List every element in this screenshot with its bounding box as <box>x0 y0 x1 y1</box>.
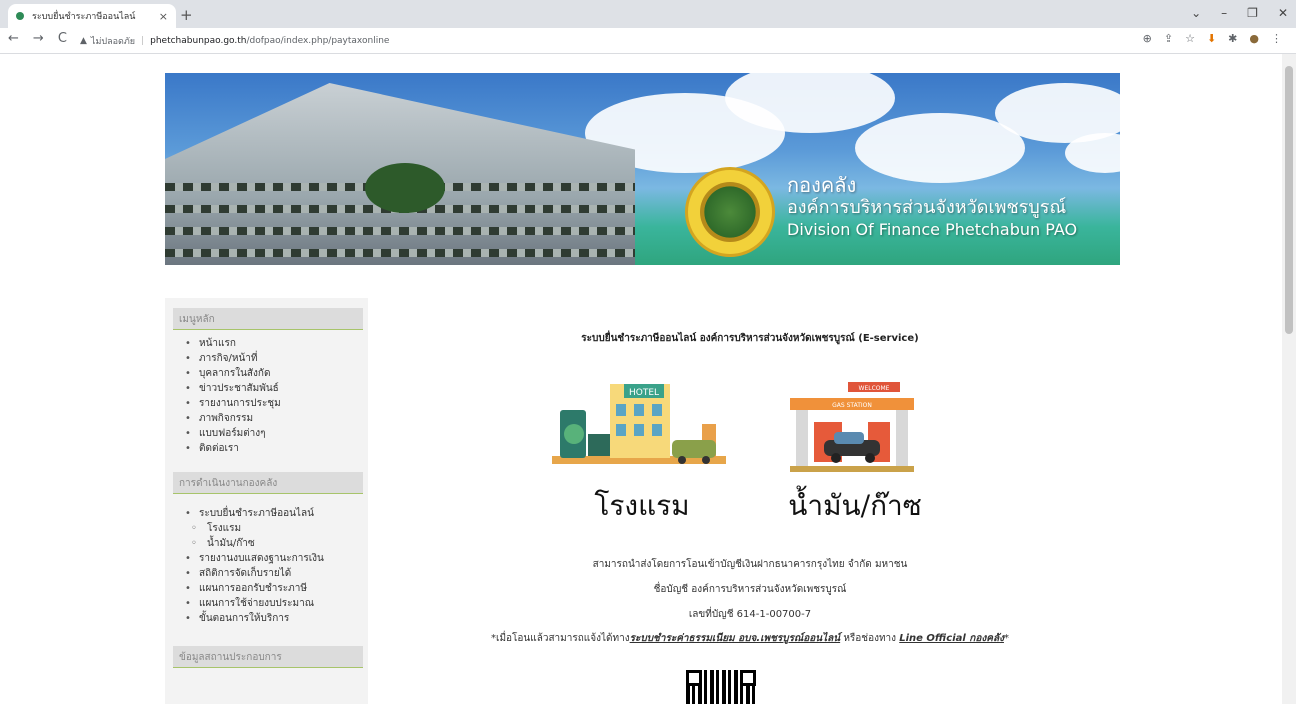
banner-title-th: กองคลัง <box>787 173 857 197</box>
extensions-icon[interactable]: ✱ <box>1228 32 1237 45</box>
ops-menu-heading: การดำเนินงานกองคลัง <box>173 472 363 494</box>
gas-station-icon: WELCOME GAS STATION <box>790 382 914 472</box>
hotel-sign-text: HOTEL <box>629 388 659 398</box>
window-controls: ⌄ – ❐ ✕ <box>1191 6 1288 20</box>
qr-code <box>686 670 756 704</box>
main-content: ระบบยื่นชำระภาษีออนไลน์ องค์การบริหารส่ว… <box>380 298 1120 704</box>
ops-menu-list: ระบบยื่นชำระภาษีออนไลน์ โรงแรม น้ำมัน/ก๊… <box>165 506 368 626</box>
security-label[interactable]: ไม่ปลอดภัย <box>91 34 135 48</box>
toolbar-icons: ⊕ ⇪ ☆ ⬇ ✱ ● ⋮ <box>1143 32 1282 45</box>
menu-item[interactable]: บุคลากรในสังกัด <box>185 366 368 381</box>
gas-label[interactable]: น้ำมัน/ก๊าซ <box>780 484 930 528</box>
back-button[interactable]: ← <box>8 31 19 46</box>
hotel-link[interactable]: HOTEL <box>552 384 726 474</box>
ops-submenu-item[interactable]: น้ำมัน/ก๊าซ <box>185 536 368 551</box>
url-field[interactable]: ▲ ไม่ปลอดภัย | phetchabunpao.go.th /dofp… <box>80 31 1120 51</box>
hotel-label[interactable]: โรงแรม <box>592 484 692 528</box>
browser-tab-bar: ระบบยื่นชำระภาษีออนไลน์ × + ⌄ – ❐ ✕ <box>0 0 1296 28</box>
browser-tab[interactable]: ระบบยื่นชำระภาษีออนไลน์ × <box>8 4 176 28</box>
ops-menu-item[interactable]: แผนการออกรับชำระภาษี <box>185 581 368 596</box>
header-banner: กองคลัง องค์การบริหารส่วนจังหวัดเพชรบูรณ… <box>165 73 1120 265</box>
tab-title: ระบบยื่นชำระภาษีออนไลน์ <box>32 12 136 22</box>
zoom-icon[interactable]: ⊕ <box>1143 32 1152 45</box>
scrollbar-thumb[interactable] <box>1285 66 1293 334</box>
new-tab-button[interactable]: + <box>180 6 193 24</box>
sidebar: เมนูหลัก หน้าแรก ภารกิจ/หน้าที่ บุคลากรใ… <box>165 298 368 704</box>
ops-menu-item[interactable]: ขั้นตอนการให้บริการ <box>185 611 368 626</box>
note-suffix: * <box>1003 633 1009 644</box>
profile-avatar-icon[interactable]: ● <box>1249 32 1259 45</box>
menu-item[interactable]: ภาพกิจกรรม <box>185 411 368 426</box>
note-mid: หรือช่องทาง <box>840 633 900 644</box>
nav-buttons: ← → C <box>8 31 67 46</box>
menu-kebab-icon[interactable]: ⋮ <box>1271 32 1282 45</box>
maximize-button[interactable]: ❐ <box>1247 6 1258 20</box>
business-info-heading: ข้อมูลสถานประกอบการ <box>173 646 363 668</box>
tab-close-icon[interactable]: × <box>159 10 168 23</box>
address-bar: ← → C ▲ ไม่ปลอดภัย | phetchabunpao.go.th… <box>0 28 1296 54</box>
ops-submenu-item[interactable]: โรงแรม <box>185 521 368 536</box>
gas-welcome-sign: WELCOME <box>859 385 890 392</box>
menu-item[interactable]: รายงานการประชุม <box>185 396 368 411</box>
forward-button[interactable]: → <box>33 31 44 46</box>
menu-item[interactable]: ข่าวประชาสัมพันธ์ <box>185 381 368 396</box>
ops-menu-item[interactable]: แผนการใช้จ่ายงบประมาณ <box>185 596 368 611</box>
page-scrollbar[interactable] <box>1282 54 1296 704</box>
note-prefix: *เมื่อโอนแล้วสามารถแจ้งได้ทาง <box>491 633 630 644</box>
ops-menu-item[interactable]: รายงานงบแสดงฐานะการเงิน <box>185 551 368 566</box>
main-menu-list: หน้าแรก ภารกิจ/หน้าที่ บุคลากรในสังกัด ข… <box>165 336 368 456</box>
ops-menu-item[interactable]: สถิติการจัดเก็บรายได้ <box>185 566 368 581</box>
favicon-icon <box>16 12 24 20</box>
url-host: phetchabunpao.go.th <box>150 36 247 46</box>
bookmark-star-icon[interactable]: ☆ <box>1185 32 1195 45</box>
close-window-button[interactable]: ✕ <box>1278 6 1288 20</box>
gas-station-sign: GAS STATION <box>832 402 872 409</box>
minimize-button[interactable]: – <box>1221 6 1227 20</box>
download-icon[interactable]: ⬇ <box>1207 32 1216 45</box>
url-path: /dofpao/index.php/paytaxonline <box>246 36 390 46</box>
palm-tree-shape <box>365 163 445 213</box>
menu-item[interactable]: ภารกิจ/หน้าที่ <box>185 351 368 366</box>
menu-item[interactable]: ติดต่อเรา <box>185 441 368 456</box>
page-title: ระบบยื่นชำระภาษีออนไลน์ องค์การบริหารส่ว… <box>581 333 919 344</box>
organization-seal-logo <box>685 167 775 257</box>
account-number-line: เลขที่บัญชี 614-1-00700-7 <box>688 609 812 620</box>
tab-search-icon[interactable]: ⌄ <box>1191 6 1201 20</box>
line-official-link[interactable]: Line Official กองคลัง <box>899 633 1004 644</box>
banner-title: กองคลัง องค์การบริหารส่วนจังหวัดเพชรบูรณ… <box>787 173 1077 241</box>
banner-org-en: Division Of Finance Phetchabun PAO <box>787 220 1078 239</box>
gas-link[interactable]: WELCOME GAS STATION <box>790 382 914 472</box>
hotel-icon: HOTEL <box>552 384 726 464</box>
url-separator: | <box>141 36 145 46</box>
main-menu-heading: เมนูหลัก <box>173 308 363 330</box>
bank-info-line: สามารถนำส่งโดยการโอนเข้าบัญชีเงินฝากธนาค… <box>592 559 908 570</box>
menu-item[interactable]: หน้าแรก <box>185 336 368 351</box>
menu-item[interactable]: แบบฟอร์มต่างๆ <box>185 426 368 441</box>
transfer-note: *เมื่อโอนแล้วสามารถแจ้งได้ทางระบบชำระค่า… <box>380 631 1120 646</box>
reload-button[interactable]: C <box>58 31 67 46</box>
fee-system-link[interactable]: ระบบชำระค่าธรรมเนียม อบจ.เพชรบูรณ์ออนไลน… <box>630 633 841 644</box>
ops-menu-item[interactable]: ระบบยื่นชำระภาษีออนไลน์ <box>185 506 368 521</box>
banner-org-th: องค์การบริหารส่วนจังหวัดเพชรบูรณ์ <box>787 197 1067 218</box>
share-icon[interactable]: ⇪ <box>1164 32 1173 45</box>
account-name-line: ชื่อบัญชี องค์การบริหารส่วนจังหวัดเพชรบู… <box>653 584 847 595</box>
warning-icon[interactable]: ▲ <box>80 36 87 46</box>
